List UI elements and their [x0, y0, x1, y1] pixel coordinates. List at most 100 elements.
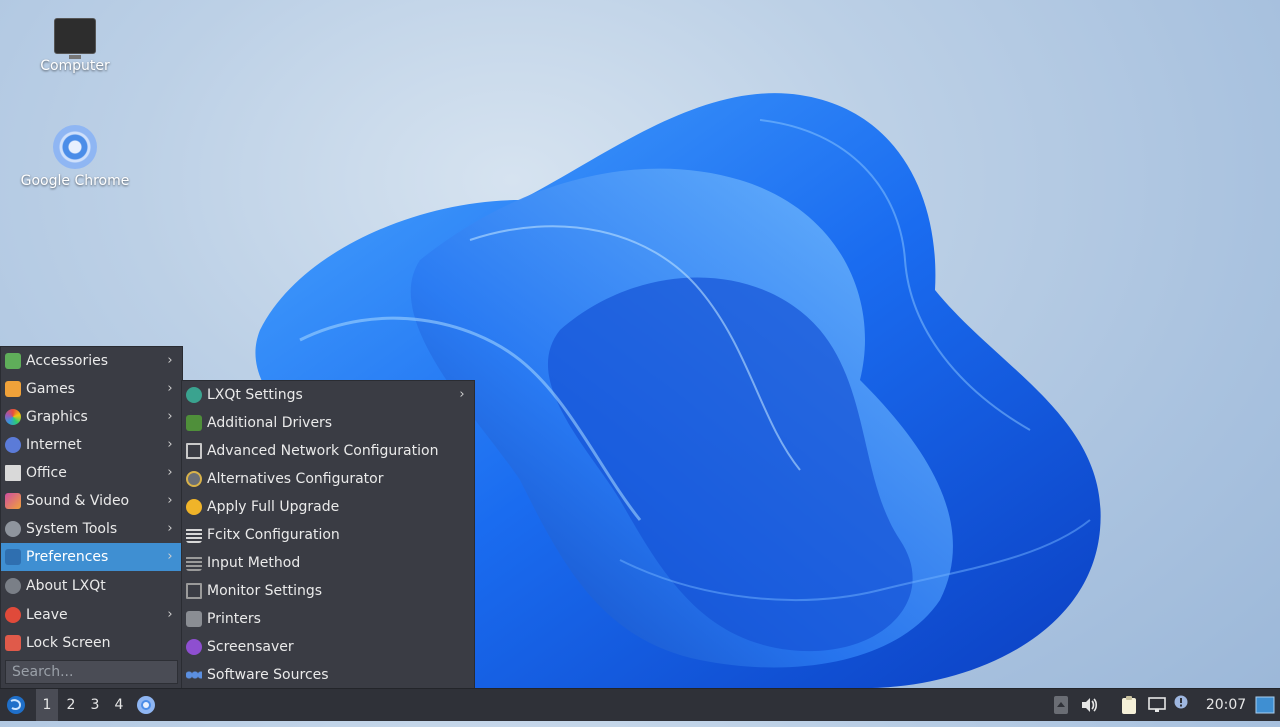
software-sources-icon	[186, 667, 202, 683]
preferences-icon	[5, 549, 21, 565]
menu-item-label: Printers	[207, 611, 261, 627]
graphics-icon	[5, 409, 21, 425]
menu-item-accessories[interactable]: Accessories ›	[1, 347, 182, 375]
chevron-up-icon	[1054, 696, 1068, 714]
taskbar-chrome-button[interactable]	[134, 689, 158, 721]
workspace-4-button[interactable]: 4	[108, 689, 130, 721]
menu-item-label: Advanced Network Configuration	[207, 443, 439, 459]
workspace-1-button[interactable]: 1	[36, 689, 58, 721]
input-method-icon	[186, 555, 202, 571]
submenu-item-advanced-network-configuration[interactable]: Advanced Network Configuration	[182, 437, 474, 465]
submenu-item-printers[interactable]: Printers	[182, 605, 474, 633]
submenu-item-fcitx-configuration[interactable]: Fcitx Configuration	[182, 521, 474, 549]
chrome-icon	[53, 125, 97, 169]
lxqt-settings-icon	[186, 387, 202, 403]
menu-item-leave[interactable]: Leave ›	[1, 601, 182, 629]
menu-item-label: Internet	[26, 437, 82, 453]
menu-item-graphics[interactable]: Graphics ›	[1, 403, 182, 431]
desktop-icon-label: Google Chrome	[20, 173, 130, 189]
chevron-right-icon: ›	[167, 353, 173, 368]
menu-item-label: Screensaver	[207, 639, 294, 655]
system-tools-icon	[5, 521, 21, 537]
menu-item-label: Software Sources	[207, 667, 329, 683]
start-menu-button[interactable]	[4, 689, 28, 721]
alternatives-icon	[186, 471, 202, 487]
menu-item-label: Office	[26, 465, 67, 481]
games-icon	[5, 381, 21, 397]
menu-search-input[interactable]: Search...	[5, 660, 178, 684]
chevron-right-icon: ›	[167, 521, 173, 536]
keyboard-icon	[186, 527, 202, 543]
menu-item-label: Apply Full Upgrade	[207, 499, 340, 515]
menu-item-label: Input Method	[207, 555, 301, 571]
desktop-icon-computer[interactable]: Computer	[20, 18, 130, 74]
submenu-item-input-method[interactable]: Input Method	[182, 549, 474, 577]
menu-item-label: Games	[26, 381, 75, 397]
menu-item-internet[interactable]: Internet ›	[1, 431, 182, 459]
monitor-icon	[54, 18, 96, 59]
clock[interactable]: 20:07	[1198, 689, 1254, 721]
menu-item-label: Fcitx Configuration	[207, 527, 340, 543]
chrome-icon	[137, 696, 155, 714]
printer-icon	[186, 611, 202, 627]
submenu-item-apply-full-upgrade[interactable]: Apply Full Upgrade	[182, 493, 474, 521]
menu-item-system-tools[interactable]: System Tools ›	[1, 515, 182, 543]
leave-icon	[5, 607, 21, 623]
menu-item-label: Preferences	[26, 549, 109, 565]
desktop-icon-google-chrome[interactable]: Google Chrome	[20, 125, 130, 189]
menu-item-label: Graphics	[26, 409, 88, 425]
submenu-item-monitor-settings[interactable]: Monitor Settings	[182, 577, 474, 605]
show-desktop-icon	[1255, 696, 1275, 714]
lxqt-logo-icon	[7, 696, 25, 714]
chevron-right-icon: ›	[167, 381, 173, 396]
menu-item-label: Lock Screen	[26, 635, 111, 651]
accessories-icon	[5, 353, 21, 369]
preferences-submenu: LXQt Settings › Additional Drivers Advan…	[181, 380, 475, 690]
network-icon	[1148, 697, 1166, 712]
volume-button[interactable]	[1078, 689, 1100, 721]
menu-item-label: Sound & Video	[26, 493, 130, 509]
menu-item-games[interactable]: Games ›	[1, 375, 182, 403]
submenu-item-software-sources[interactable]: Software Sources	[182, 661, 474, 689]
taskbar: 1 2 3 4 20:07	[0, 688, 1280, 721]
desktop-icon-label: Computer	[40, 58, 110, 74]
internet-icon	[5, 437, 21, 453]
submenu-item-screensaver[interactable]: Screensaver	[182, 633, 474, 661]
display-icon	[186, 583, 202, 599]
chevron-right-icon: ›	[167, 437, 173, 452]
chip-icon	[186, 415, 202, 431]
menu-item-preferences[interactable]: Preferences ›	[1, 543, 182, 571]
upgrade-icon	[186, 499, 202, 515]
chevron-right-icon: ›	[167, 409, 173, 424]
sound-video-icon	[5, 493, 21, 509]
chevron-right-icon: ›	[459, 387, 465, 402]
chevron-right-icon: ›	[167, 493, 173, 508]
info-icon	[1174, 695, 1188, 709]
menu-item-about-lxqt[interactable]: About LXQt	[1, 572, 182, 600]
workspace-3-button[interactable]: 3	[84, 689, 106, 721]
chevron-right-icon: ›	[167, 465, 173, 480]
menu-item-label: About LXQt	[26, 578, 106, 594]
tray-expand-button[interactable]	[1052, 689, 1070, 721]
network-button[interactable]	[1146, 689, 1168, 721]
about-icon	[5, 578, 21, 594]
volume-icon	[1082, 698, 1098, 712]
menu-item-label: Monitor Settings	[207, 583, 323, 599]
submenu-item-additional-drivers[interactable]: Additional Drivers	[182, 409, 474, 437]
show-desktop-button[interactable]	[1253, 689, 1277, 721]
menu-item-office[interactable]: Office ›	[1, 459, 182, 487]
clipboard-button[interactable]	[1118, 689, 1140, 721]
network-monitor-icon	[186, 443, 202, 459]
update-notifier-button[interactable]	[1172, 689, 1190, 721]
menu-item-lock-screen[interactable]: Lock Screen	[1, 629, 182, 657]
menu-item-label: Alternatives Configurator	[207, 471, 384, 487]
menu-item-label: Additional Drivers	[207, 415, 333, 431]
submenu-item-lxqt-settings[interactable]: LXQt Settings ›	[182, 381, 474, 409]
menu-item-label: System Tools	[26, 521, 118, 537]
application-menu: Accessories › Games › Graphics › Interne…	[0, 346, 183, 690]
chevron-right-icon: ›	[167, 607, 173, 622]
submenu-item-alternatives-configurator[interactable]: Alternatives Configurator	[182, 465, 474, 493]
menu-item-label: Leave	[26, 607, 68, 623]
workspace-2-button[interactable]: 2	[60, 689, 82, 721]
menu-item-sound-video[interactable]: Sound & Video ›	[1, 487, 182, 515]
